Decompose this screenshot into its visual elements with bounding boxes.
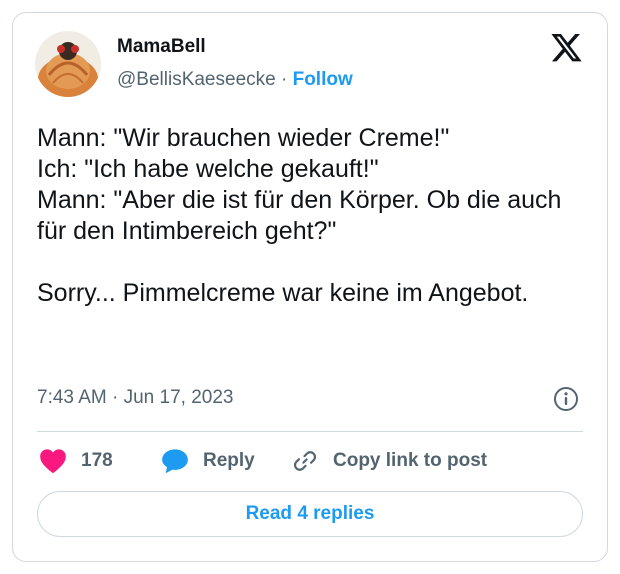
heart-icon: [40, 449, 66, 474]
read-replies-button[interactable]: Read 4 replies: [37, 491, 583, 537]
author-handle[interactable]: @BellisKaeseecke: [117, 69, 276, 90]
follow-button[interactable]: Follow: [293, 69, 353, 90]
x-logo-icon[interactable]: [551, 33, 583, 63]
info-icon[interactable]: [553, 386, 579, 412]
author-handle-row: @BellisKaeseecke · Follow: [117, 69, 353, 91]
divider: [37, 431, 583, 432]
tweet-text: Mann: "Wir brauchen wieder Creme!" Ich: …: [37, 124, 562, 307]
tweet-timestamp[interactable]: 7:43 AM · Jun 17, 2023: [37, 387, 233, 409]
author-display-name[interactable]: MamaBell: [117, 36, 206, 58]
copy-link-button[interactable]: Copy link to post: [291, 445, 487, 477]
avatar-image: [35, 31, 101, 97]
copy-link-label: Copy link to post: [333, 450, 488, 471]
handle-separator: ·: [280, 69, 288, 90]
reply-button[interactable]: Reply: [161, 445, 255, 477]
reply-label: Reply: [203, 450, 255, 471]
link-icon: [293, 451, 317, 471]
avatar[interactable]: [35, 31, 101, 97]
like-count: 178: [81, 450, 113, 471]
reply-bubble-icon: [162, 449, 188, 474]
like-button[interactable]: 178: [39, 445, 113, 477]
tweet-card: MamaBell @BellisKaeseecke · Follow Mann:…: [12, 12, 608, 562]
